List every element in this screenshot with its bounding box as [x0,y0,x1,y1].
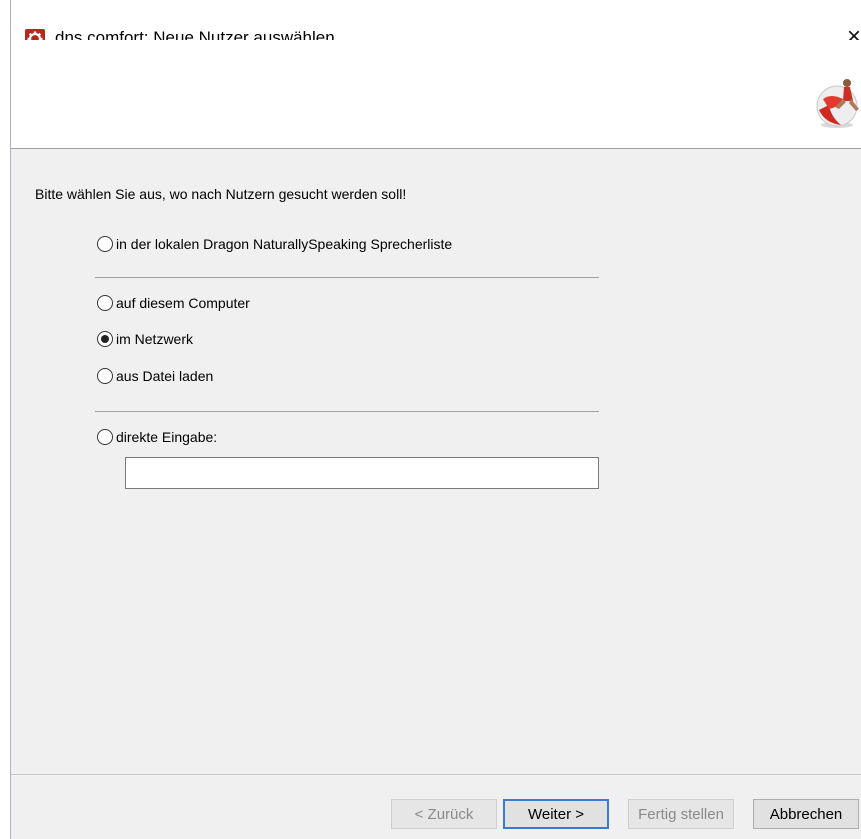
finish-button[interactable]: Fertig stellen [628,799,734,829]
radio-option-load-from-file[interactable]: aus Datei laden [97,366,213,386]
radio-button[interactable] [97,429,113,445]
cancel-button[interactable]: Abbrechen [753,799,859,829]
radio-label: aus Datei laden [116,368,214,384]
radio-label: in der lokalen Dragon NaturallySpeaking … [116,236,453,252]
separator [95,277,599,278]
radio-button[interactable] [97,236,113,252]
search-location-prompt: Bitte wählen Sie aus, wo nach Nutzern ge… [35,186,407,202]
radio-button[interactable] [97,295,113,311]
radio-label: im Netzwerk [116,331,194,347]
radio-option-network[interactable]: im Netzwerk [97,329,193,349]
radio-button[interactable] [97,368,113,384]
radio-button-selected[interactable] [97,331,113,347]
dialog-window: dns.comfort: Neue Nutzer auswählen × Bit… [10,0,861,839]
radio-label: direkte Eingabe: [116,429,218,445]
radio-option-dragon-speaker-list[interactable]: in der lokalen Dragon NaturallySpeaking … [97,234,452,254]
back-button[interactable]: < Zurück [391,799,497,829]
wizard-footer: < Zurück Weiter > Fertig stellen Abbrech… [11,774,861,839]
next-button[interactable]: Weiter > [503,799,609,829]
direct-input-field[interactable] [125,457,599,489]
person-on-sphere-logo [816,79,859,128]
radio-option-this-computer[interactable]: auf diesem Computer [97,293,250,313]
wizard-content: Bitte wählen Sie aus, wo nach Nutzern ge… [11,148,861,775]
radio-label: auf diesem Computer [116,295,250,311]
wizard-banner [11,40,861,149]
radio-option-direct-input[interactable]: direkte Eingabe: [97,427,217,447]
separator [95,411,599,412]
title-bar[interactable]: dns.comfort: Neue Nutzer auswählen × [11,0,861,50]
